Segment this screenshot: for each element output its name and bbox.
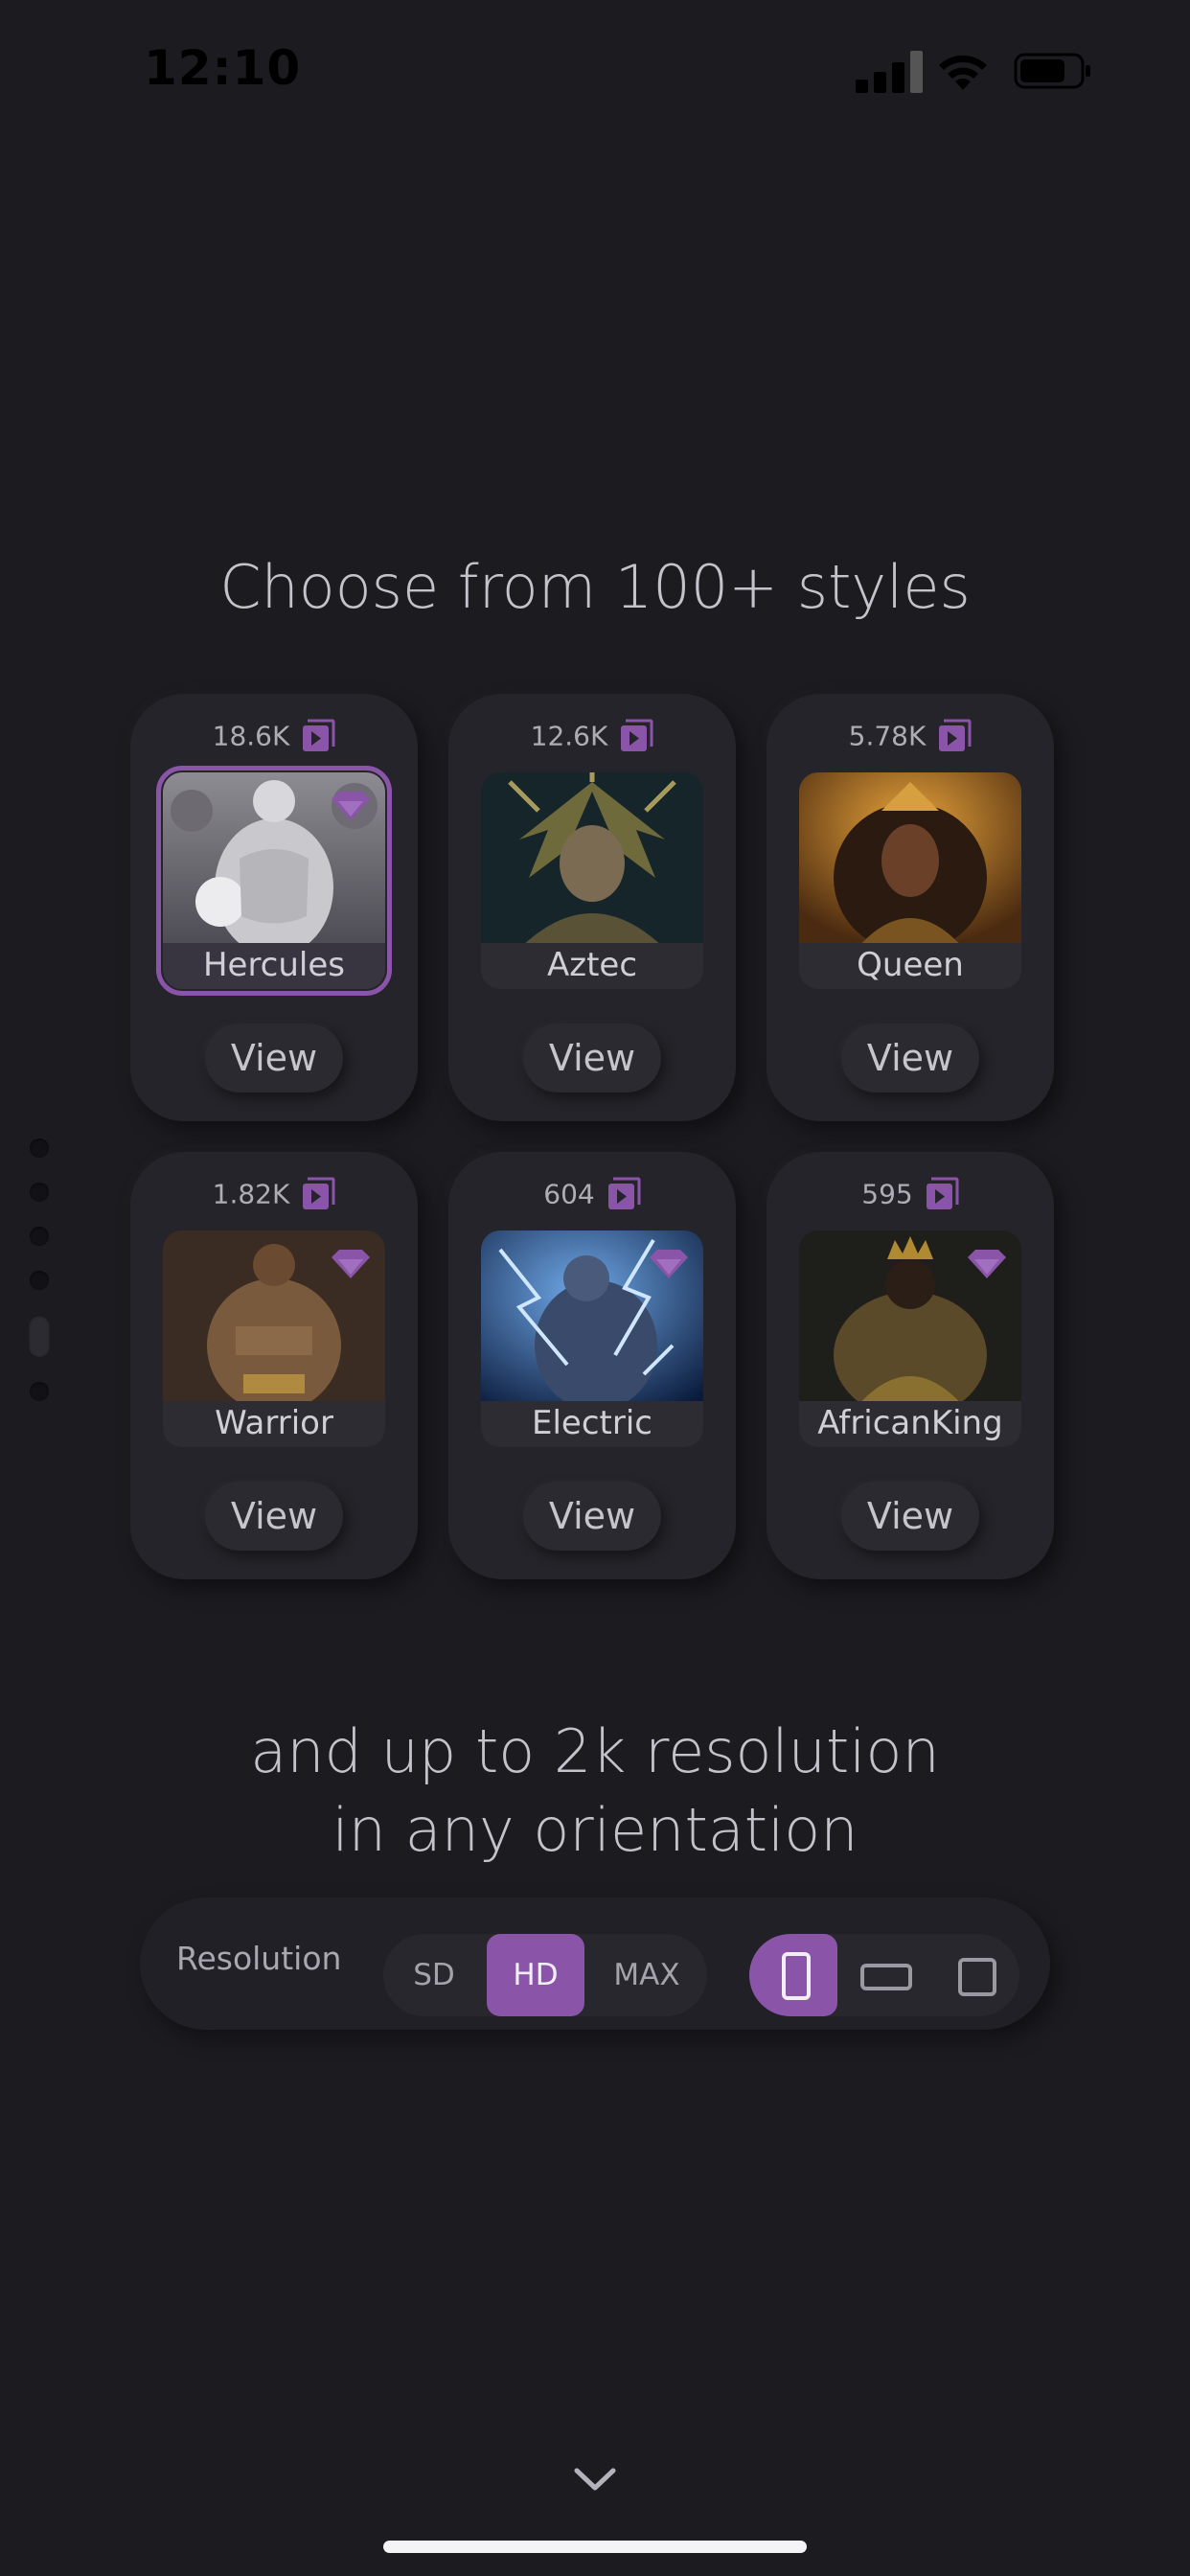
orientation-landscape-button[interactable] xyxy=(841,1934,929,2016)
view-button[interactable]: View xyxy=(523,1482,661,1551)
style-card-hercules[interactable]: 18.6K Hercules View xyxy=(130,694,418,1121)
card-stats: 12.6K xyxy=(448,719,736,757)
resolution-headline-line1: and up to 2k resolution xyxy=(250,1716,940,1786)
resolution-max-button[interactable]: MAX xyxy=(586,1934,707,2016)
page-dot[interactable] xyxy=(30,1227,49,1246)
style-name: Queen xyxy=(799,943,1021,989)
view-count: 1.82K xyxy=(212,1178,290,1210)
view-button[interactable]: View xyxy=(841,1024,979,1092)
page-dot[interactable] xyxy=(30,1382,49,1401)
premium-gem-icon xyxy=(968,1250,1006,1278)
card-stats: 1.82K xyxy=(130,1177,418,1215)
view-button[interactable]: View xyxy=(205,1024,343,1092)
style-name: AfricanKing xyxy=(799,1401,1021,1447)
style-card-queen[interactable]: 5.78K Queen View xyxy=(767,694,1054,1121)
page-dot[interactable] xyxy=(30,1138,49,1158)
view-count: 5.78K xyxy=(848,720,927,752)
video-icon xyxy=(301,1177,335,1211)
page-title: Choose from 100+ styles xyxy=(219,552,971,622)
style-card-warrior[interactable]: 1.82K Warrior View xyxy=(130,1152,418,1579)
view-count: 604 xyxy=(543,1178,595,1210)
home-indicator[interactable] xyxy=(383,2541,807,2553)
wifi-icon xyxy=(939,55,987,90)
view-count: 595 xyxy=(861,1178,913,1210)
style-thumbnail[interactable]: AfricanKing xyxy=(799,1230,1021,1447)
style-name: Aztec xyxy=(481,943,703,989)
resolution-sd-button[interactable]: SD xyxy=(383,1934,485,2016)
view-count: 12.6K xyxy=(530,720,608,752)
square-icon xyxy=(958,1958,996,1996)
view-count: 18.6K xyxy=(212,720,290,752)
video-icon xyxy=(606,1177,641,1211)
page-dot-active[interactable] xyxy=(29,1315,50,1357)
card-stats: 604 xyxy=(448,1177,736,1215)
resolution-hd-button[interactable]: HD xyxy=(487,1934,584,2016)
landscape-icon xyxy=(860,1964,912,1990)
card-stats: 5.78K xyxy=(767,719,1054,757)
portrait-icon xyxy=(782,1952,811,2000)
style-thumbnail[interactable]: Aztec xyxy=(481,772,703,989)
style-thumbnail[interactable]: Warrior xyxy=(163,1230,385,1447)
cellular-signal-icon xyxy=(856,51,923,93)
video-icon xyxy=(619,719,653,753)
orientation-square-button[interactable] xyxy=(931,1934,1019,2016)
style-name: Electric xyxy=(481,1401,703,1447)
card-stats: 595 xyxy=(767,1177,1054,1215)
style-card-electric[interactable]: 604 Electric View xyxy=(448,1152,736,1579)
resolution-headline: and up to 2k resolution in any orientati… xyxy=(0,1713,1190,1870)
orientation-portrait-button[interactable] xyxy=(749,1934,837,2016)
resolution-bar: Resolution SD HD MAX xyxy=(140,1898,1050,2030)
aztec-image xyxy=(481,772,703,949)
style-card-aztec[interactable]: 12.6K Aztec View xyxy=(448,694,736,1121)
view-button[interactable]: View xyxy=(523,1024,661,1092)
style-name: Warrior xyxy=(163,1401,385,1447)
style-card-africanking[interactable]: 595 AfricanKing View xyxy=(767,1152,1054,1579)
resolution-headline-line2: in any orientation xyxy=(332,1795,858,1865)
style-name: Hercules xyxy=(163,943,385,989)
premium-gem-icon xyxy=(332,792,370,820)
page-dot[interactable] xyxy=(30,1183,49,1202)
resolution-label: Resolution xyxy=(176,1940,342,1977)
page-indicator xyxy=(28,1138,51,1426)
card-stats: 18.6K xyxy=(130,719,418,757)
page-dot[interactable] xyxy=(30,1271,49,1290)
premium-gem-icon xyxy=(650,1250,688,1278)
video-icon xyxy=(937,719,972,753)
view-button[interactable]: View xyxy=(841,1482,979,1551)
style-thumbnail[interactable]: Hercules xyxy=(156,766,392,996)
queen-image xyxy=(799,772,1021,949)
premium-gem-icon xyxy=(332,1250,370,1278)
style-thumbnail[interactable]: Electric xyxy=(481,1230,703,1447)
view-button[interactable]: View xyxy=(205,1482,343,1551)
orientation-segmented-control xyxy=(749,1934,1019,2016)
resolution-segmented-control: SD HD MAX xyxy=(383,1934,707,2016)
status-time: 12:10 xyxy=(144,40,302,96)
battery-icon xyxy=(1014,53,1090,89)
video-icon xyxy=(925,1177,959,1211)
style-thumbnail[interactable]: Queen xyxy=(799,772,1021,989)
status-bar: 12:10 xyxy=(0,0,1190,144)
chevron-down-icon[interactable] xyxy=(573,2465,617,2494)
video-icon xyxy=(301,719,335,753)
